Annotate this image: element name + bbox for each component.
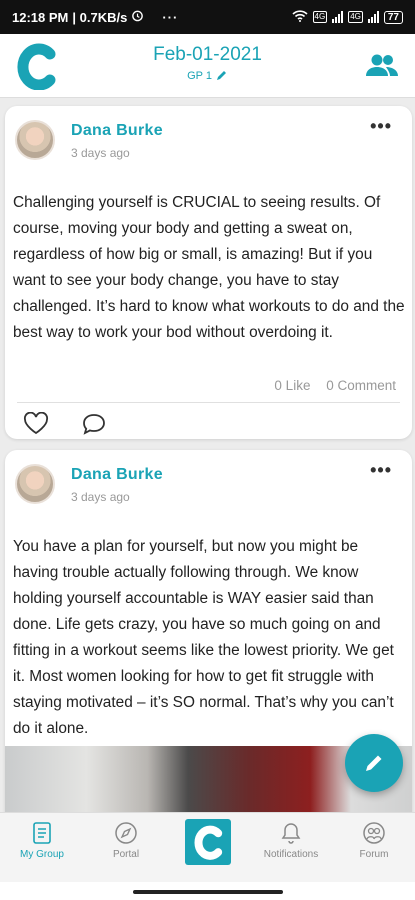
- group-name: GP 1: [187, 70, 212, 82]
- post-card: Dana Burke 3 days ago ••• Challenging yo…: [5, 106, 412, 439]
- post-timestamp: 3 days ago: [71, 146, 130, 160]
- tab-portal[interactable]: Portal: [86, 821, 166, 860]
- home-logo-button[interactable]: [185, 819, 231, 865]
- tab-label: My Group: [20, 849, 64, 860]
- network-speed: | 0.7KB/s: [72, 9, 128, 25]
- tab-label: Notifications: [263, 849, 319, 860]
- members-icon[interactable]: [365, 52, 399, 80]
- post-author[interactable]: Dana Burke: [71, 122, 163, 140]
- tab-my-group[interactable]: My Group: [2, 821, 82, 860]
- app-header: Feb-01-2021 GP 1: [0, 34, 415, 98]
- network-type-badge-2: 4G: [348, 11, 363, 23]
- tab-label: Forum: [359, 849, 389, 860]
- more-options-icon[interactable]: •••: [370, 460, 392, 481]
- bottom-tab-bar: My Group Portal Notifications Forum: [0, 812, 415, 882]
- like-count[interactable]: 0 Like: [274, 378, 310, 393]
- divider: [17, 402, 400, 403]
- tab-forum[interactable]: Forum: [334, 821, 414, 860]
- tab-notifications[interactable]: Notifications: [251, 821, 331, 860]
- comment-count[interactable]: 0 Comment: [326, 378, 396, 393]
- post-timestamp: 3 days ago: [71, 490, 130, 504]
- post-body: Challenging yourself is CRUCIAL to seein…: [13, 194, 405, 341]
- post-stats: 0 Like 0 Comment: [274, 378, 396, 393]
- status-time: 12:18 PM: [12, 9, 69, 25]
- status-bar: 12:18 PM | 0.7KB/s ··· 4G 4G 77: [0, 0, 415, 34]
- battery-indicator: 77: [383, 10, 403, 24]
- wifi-icon: [291, 9, 308, 25]
- compose-post-button[interactable]: [345, 734, 403, 792]
- heart-icon[interactable]: [23, 411, 49, 436]
- tab-label: Portal: [112, 849, 140, 860]
- more-notifications-indicator: ···: [162, 9, 179, 25]
- document-icon: [33, 822, 51, 844]
- group-selector[interactable]: GP 1: [187, 69, 228, 84]
- compass-icon: [115, 822, 137, 844]
- forum-icon: [363, 822, 385, 844]
- bell-icon: [281, 823, 301, 844]
- comment-icon[interactable]: [81, 412, 107, 436]
- system-nav-bar: [0, 882, 415, 900]
- edit-pencil-icon[interactable]: [216, 69, 228, 84]
- home-gesture-bar[interactable]: [133, 890, 283, 894]
- author-avatar[interactable]: [15, 464, 55, 504]
- post-feed[interactable]: Dana Burke 3 days ago ••• Challenging yo…: [0, 98, 415, 812]
- post-author[interactable]: Dana Burke: [71, 466, 163, 484]
- author-avatar[interactable]: [15, 120, 55, 160]
- group-date: Feb-01-2021: [153, 44, 262, 65]
- post-body: You have a plan for yourself, but now yo…: [13, 538, 394, 737]
- signal-icon: [332, 11, 344, 23]
- network-type-badge: 4G: [312, 11, 328, 23]
- more-options-icon[interactable]: •••: [370, 116, 392, 137]
- alarm-icon: [131, 9, 144, 25]
- signal-icon-2: [367, 11, 379, 23]
- pencil-icon: [366, 755, 382, 771]
